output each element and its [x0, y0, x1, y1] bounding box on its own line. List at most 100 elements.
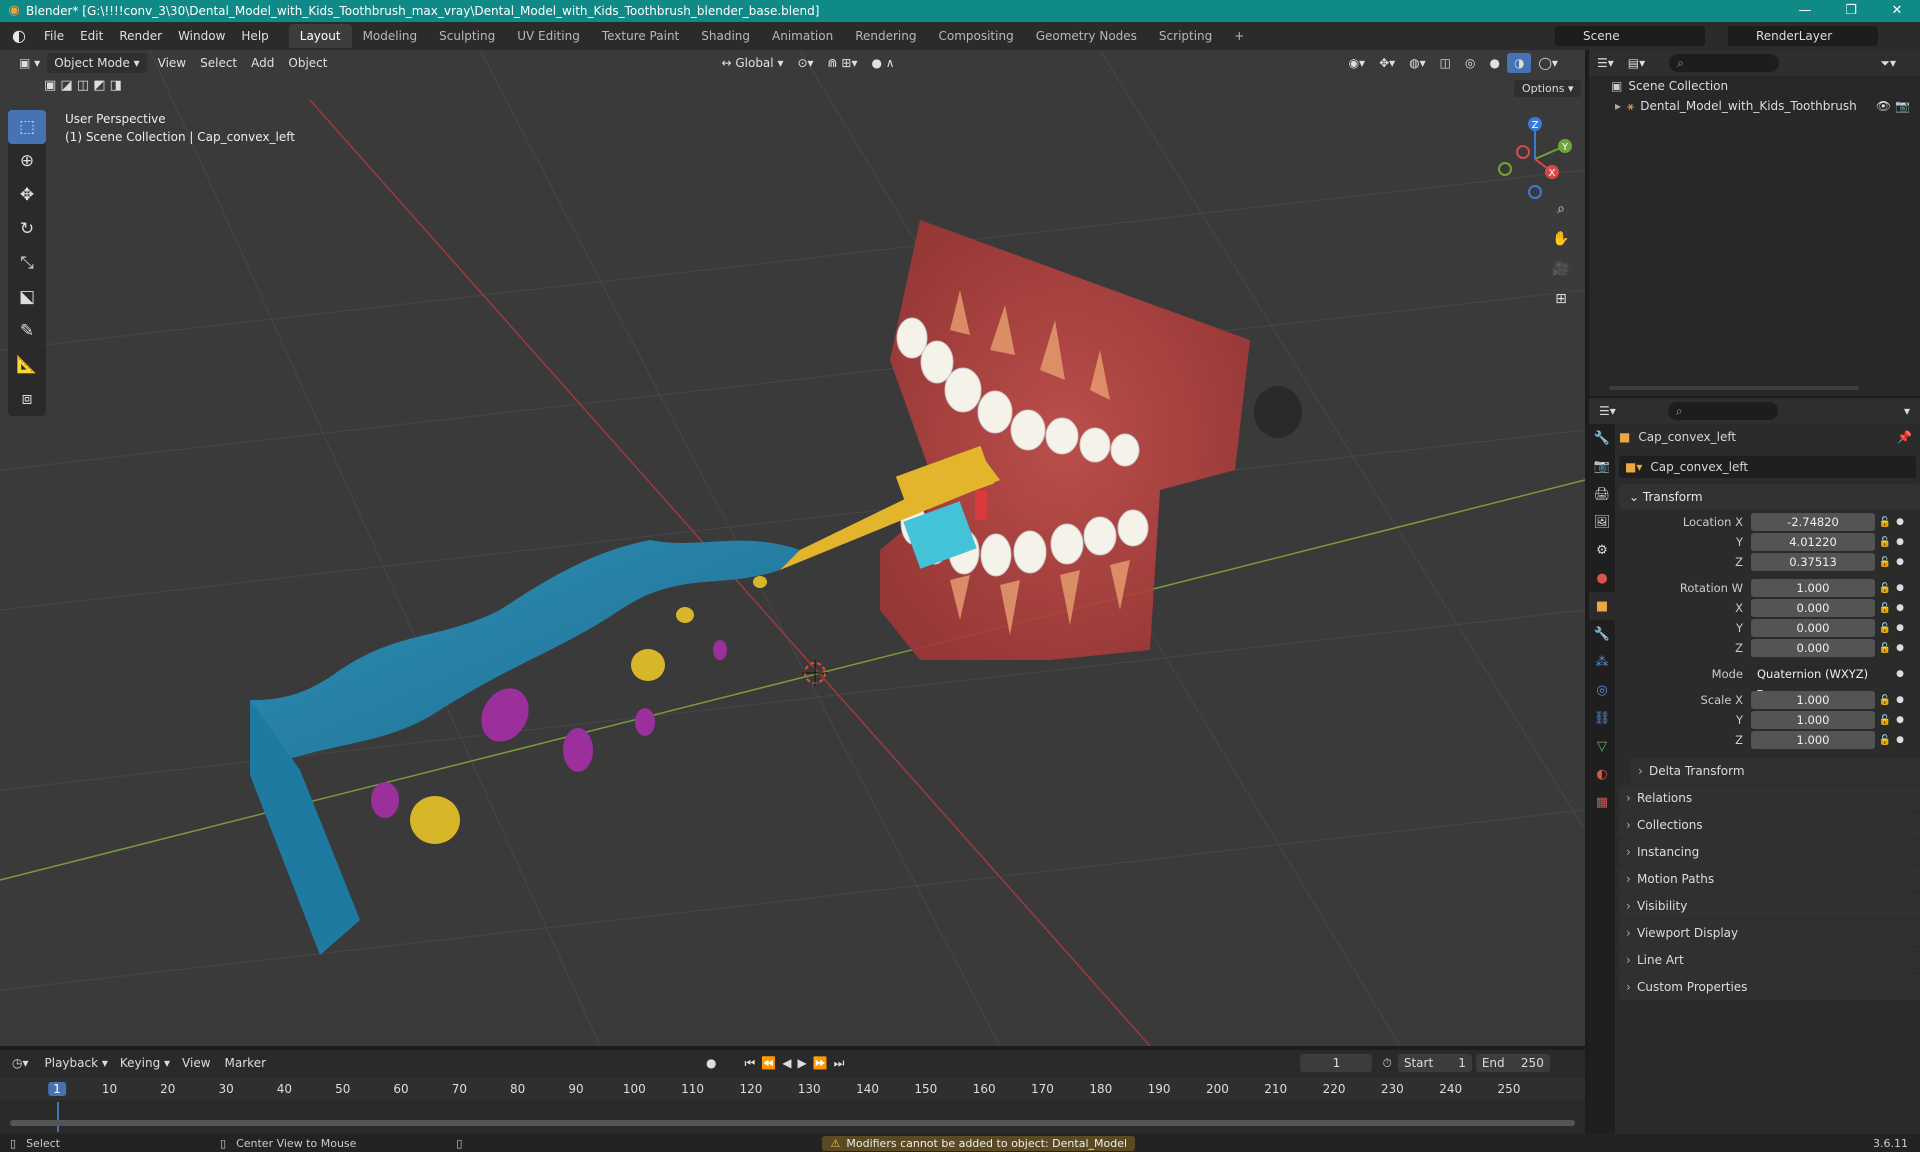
lock-icon[interactable]: 🔓	[1875, 643, 1895, 654]
collections-panel[interactable]: Collections	[1619, 812, 1920, 838]
lock-icon[interactable]: 🔓	[1875, 623, 1895, 634]
editor-type-button[interactable]: ▣ ▾	[12, 53, 47, 73]
marker-menu[interactable]: Marker	[225, 1056, 266, 1070]
cursor-tool[interactable]: ⊕	[8, 144, 46, 178]
camera-view-icon[interactable]: 🎥	[1548, 256, 1574, 282]
physics-tab-icon[interactable]: ◎	[1589, 676, 1615, 704]
motion-paths-panel[interactable]: Motion Paths	[1619, 866, 1920, 892]
particles-tab-icon[interactable]: ⁂	[1589, 648, 1615, 676]
frame-ruler[interactable]: 1 10 20 30 40 50 60 70 80 90 100 110 120 130 140 150 160…	[0, 1078, 1585, 1100]
proportional-edit-button[interactable]: ● ∧	[865, 53, 902, 73]
tab-rendering[interactable]: Rendering	[844, 24, 927, 48]
lock-icon[interactable]: 🔓	[1875, 557, 1895, 568]
rotation-w-field[interactable]: 1.000	[1751, 579, 1875, 597]
modifier-tab-icon[interactable]: 🔧	[1589, 620, 1615, 648]
add-workspace-button[interactable]: +	[1223, 24, 1255, 48]
location-x-field[interactable]: -2.74820	[1751, 513, 1875, 531]
timeline-scrollbar[interactable]	[10, 1120, 1575, 1126]
tab-scripting[interactable]: Scripting	[1148, 24, 1223, 48]
options-button[interactable]: Options ▾	[1514, 80, 1582, 97]
rotate-tool[interactable]: ↻	[8, 212, 46, 246]
keyframe-dot-icon[interactable]: ●	[1895, 695, 1905, 705]
keyframe-dot-icon[interactable]: ●	[1895, 623, 1905, 633]
zoom-icon[interactable]: ⌕	[1548, 196, 1574, 222]
scene-tab-icon[interactable]: ⚙	[1589, 536, 1615, 564]
blender-menu-icon[interactable]: ◐	[8, 25, 30, 47]
outliner-scrollbar[interactable]	[1609, 386, 1859, 390]
data-tab-icon[interactable]: ▽	[1589, 732, 1615, 760]
3d-viewport[interactable]: ▣ ▾ Object Mode ▾ View Select Add Object…	[0, 50, 1585, 1046]
rotation-y-field[interactable]: 0.000	[1751, 619, 1875, 637]
viewport-menu-view[interactable]: View	[151, 53, 193, 73]
measure-tool[interactable]: 📐	[8, 348, 46, 382]
clock-icon[interactable]: ⏱	[1382, 1056, 1391, 1071]
menu-help[interactable]: Help	[233, 25, 276, 47]
outliner-scene-collection[interactable]: ▣ Scene Collection	[1589, 76, 1920, 96]
annotate-tool[interactable]: ✎	[8, 314, 46, 348]
keyframe-dot-icon[interactable]: ●	[1895, 735, 1905, 745]
overlay-toggle[interactable]: ◍▾	[1402, 53, 1433, 73]
record-button[interactable]: ●	[706, 1056, 716, 1070]
current-frame-field[interactable]: 1	[1300, 1054, 1373, 1072]
tab-animation[interactable]: Animation	[761, 24, 844, 48]
navigation-gizmo[interactable]: Z Y X	[1490, 114, 1580, 204]
outliner-item[interactable]: ▸ ⚹ Dental_Model_with_Kids_Toothbrush 👁 …	[1589, 96, 1920, 116]
timeline-editor-type-icon[interactable]: ◷▾	[12, 1056, 29, 1070]
material-tab-icon[interactable]: ◐	[1589, 760, 1615, 788]
pin-icon[interactable]: 📌	[1897, 430, 1912, 444]
close-button[interactable]: ✕	[1874, 0, 1920, 22]
lock-icon[interactable]: 🔓	[1875, 537, 1895, 548]
viewport-menu-select[interactable]: Select	[193, 53, 244, 73]
mode-selector[interactable]: Object Mode ▾	[47, 53, 147, 73]
viewport-menu-add[interactable]: Add	[244, 53, 281, 73]
playback-menu[interactable]: Playback ▾	[45, 1056, 108, 1070]
texture-tab-icon[interactable]: ▦	[1589, 788, 1615, 816]
eye-icon[interactable]: 👁	[1876, 96, 1891, 116]
properties-editor-type-icon[interactable]: ☰▾	[1599, 404, 1616, 418]
playback-controls[interactable]: ⏮⏪◀▶⏩⏭	[745, 1056, 851, 1071]
timeline-view-menu[interactable]: View	[182, 1056, 210, 1070]
minimize-button[interactable]: —	[1782, 0, 1828, 22]
tab-modeling[interactable]: Modeling	[352, 24, 429, 48]
relations-panel[interactable]: Relations	[1619, 785, 1920, 811]
properties-search-input[interactable]: ⌕	[1667, 402, 1778, 420]
render-tab-icon[interactable]: 📷	[1589, 452, 1615, 480]
properties-options-icon[interactable]: ▾	[1904, 404, 1910, 418]
end-frame-field[interactable]: End 250	[1475, 1054, 1550, 1072]
tool-tab-icon[interactable]: 🔧	[1589, 424, 1615, 452]
instancing-panel[interactable]: Instancing	[1619, 839, 1920, 865]
custom-properties-panel[interactable]: Custom Properties	[1619, 974, 1920, 1000]
line-art-panel[interactable]: Line Art	[1619, 947, 1920, 973]
tab-texture-paint[interactable]: Texture Paint	[591, 24, 690, 48]
selection-mode-buttons[interactable]: ▣ ◪ ◫ ◩ ◨	[44, 78, 122, 93]
menu-render[interactable]: Render	[111, 25, 170, 47]
shading-solid-button[interactable]: ●	[1482, 53, 1506, 73]
output-tab-icon[interactable]: 🖨	[1589, 480, 1615, 508]
viewport-menu-object[interactable]: Object	[281, 53, 334, 73]
keyframe-dot-icon[interactable]: ●	[1895, 715, 1905, 725]
tab-shading[interactable]: Shading	[690, 24, 761, 48]
keyframe-dot-icon[interactable]: ●	[1895, 557, 1905, 567]
shading-rendered-button[interactable]: ◯▾	[1531, 53, 1564, 73]
lock-icon[interactable]: 🔓	[1875, 583, 1895, 594]
expand-arrow-icon[interactable]: ▸	[1615, 96, 1621, 116]
lock-icon[interactable]: 🔓	[1875, 603, 1895, 614]
object-datablock-field[interactable]: ■▾ Cap_convex_left	[1619, 456, 1916, 478]
transform-tool[interactable]: ⬕	[8, 280, 46, 314]
shading-wireframe-button[interactable]: ◎	[1458, 53, 1482, 73]
camera-icon[interactable]: 📷	[1895, 96, 1910, 116]
lock-icon[interactable]: 🔓	[1875, 695, 1895, 706]
keying-menu[interactable]: Keying ▾	[120, 1056, 170, 1070]
pan-hand-icon[interactable]: ✋	[1548, 226, 1574, 252]
tab-geometry-nodes[interactable]: Geometry Nodes	[1025, 24, 1148, 48]
tab-compositing[interactable]: Compositing	[927, 24, 1024, 48]
scale-tool[interactable]: ⤡	[8, 246, 46, 280]
snap-button[interactable]: ⋒ ⊞▾	[821, 53, 865, 73]
keyframe-dot-icon[interactable]: ●	[1895, 669, 1905, 679]
delta-transform-panel[interactable]: Delta Transform	[1631, 758, 1920, 784]
constraints-tab-icon[interactable]: ⛓	[1589, 704, 1615, 732]
scene-selector[interactable]: Scene	[1555, 26, 1705, 46]
lock-icon[interactable]: 🔓	[1875, 735, 1895, 746]
rotation-x-field[interactable]: 0.000	[1751, 599, 1875, 617]
keyframe-dot-icon[interactable]: ●	[1895, 517, 1905, 527]
